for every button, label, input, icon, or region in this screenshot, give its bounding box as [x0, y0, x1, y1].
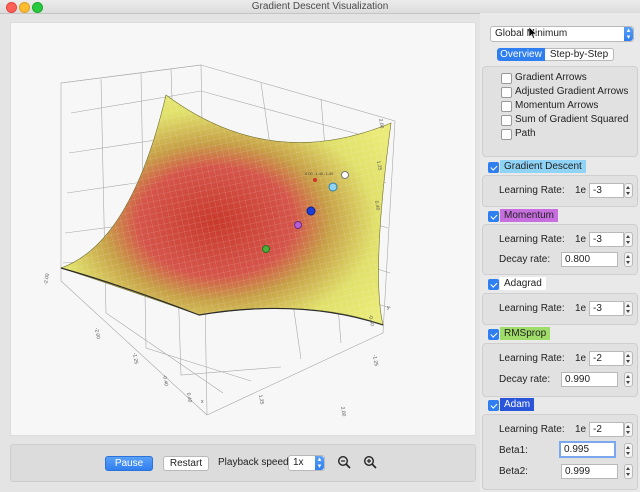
rmsprop-checkbox[interactable]	[488, 329, 499, 340]
adagrad-header: Adagrad	[500, 277, 546, 290]
learning-rate-prefix: 1e	[575, 234, 587, 245]
checkbox[interactable]	[501, 101, 512, 112]
decay-rate-stepper[interactable]	[624, 252, 633, 267]
beta1-input[interactable]: 0.995	[559, 441, 616, 458]
beta2-label: Beta2:	[499, 466, 528, 477]
y-tick: -1.25	[371, 354, 379, 366]
zoom-in-icon[interactable]	[363, 455, 377, 469]
surface-plot[interactable]: 0.00 -1.40 -1.40 -2.00 -1.25 -0.40 0.40 …	[11, 23, 475, 435]
checkbox[interactable]	[501, 73, 512, 84]
y-tick: -0.40	[367, 314, 375, 326]
adam-settings: Learning Rate: 1e -2 Beta1: 0.995 Beta2:…	[482, 414, 638, 490]
global-minimum-marker	[313, 178, 317, 182]
gradient-descent-settings: Learning Rate: 1e -3	[482, 175, 638, 207]
learning-rate-input[interactable]: -2	[589, 351, 624, 366]
adam-header: Adam	[500, 398, 535, 411]
learning-rate-prefix: 1e	[575, 424, 587, 435]
title-bar: Gradient Descent Visualization	[0, 0, 640, 14]
x-tick: 0.40	[185, 392, 193, 403]
beta2-input[interactable]: 0.999	[561, 464, 618, 479]
restart-button[interactable]: Restart	[163, 456, 209, 471]
learning-rate-prefix: 1e	[575, 303, 587, 314]
decay-rate-label: Decay rate:	[499, 254, 551, 265]
view-tabs: Overview Step-by-Step	[497, 48, 615, 61]
x-tick: 1.25	[257, 394, 265, 405]
adam-panel: Adam Learning Rate: 1e -2 Beta1: 0.995 B…	[482, 397, 638, 490]
learning-rate-stepper[interactable]	[624, 351, 633, 366]
x-tick: 2.00	[339, 406, 347, 417]
learning-rate-label: Learning Rate:	[499, 234, 565, 245]
point-tooltip: 0.00 -1.40 -1.40	[305, 171, 334, 176]
gradient-descent-ball	[328, 182, 338, 192]
gradient-descent-checkbox[interactable]	[488, 162, 499, 173]
beta1-label: Beta1:	[499, 445, 528, 456]
learning-rate-input[interactable]: -3	[589, 232, 624, 247]
learning-rate-stepper[interactable]	[624, 422, 633, 437]
checkbox[interactable]	[501, 129, 512, 140]
learning-rate-input[interactable]: -3	[589, 183, 624, 198]
surface-select[interactable]: Global Minimum ▴ ▾	[490, 26, 634, 42]
gradient-descent-panel: Gradient Descent Learning Rate: 1e -3	[482, 159, 638, 207]
adam-checkbox[interactable]	[488, 400, 499, 411]
learning-rate-prefix: 1e	[575, 185, 587, 196]
rmsprop-panel: RMSprop Learning Rate: 1e -2 Decay rate:…	[482, 326, 638, 397]
beta1-stepper[interactable]	[624, 443, 633, 458]
surface-plot-viewport[interactable]: 0.00 -1.40 -1.40 -2.00 -1.25 -0.40 0.40 …	[10, 22, 476, 436]
learning-rate-input[interactable]: -2	[589, 422, 624, 437]
learning-rate-stepper[interactable]	[624, 232, 633, 247]
learning-rate-label: Learning Rate:	[499, 424, 565, 435]
settings-sidebar: Global Minimum ▴ ▾ Overview Step-by-Step …	[480, 13, 640, 492]
y-tick: 2.00	[377, 118, 385, 129]
learning-rate-stepper[interactable]	[624, 183, 633, 198]
y-axis-label: y	[387, 305, 390, 311]
learning-rate-label: Learning Rate:	[499, 353, 565, 364]
window-title: Gradient Descent Visualization	[251, 1, 389, 12]
tab-step-by-step[interactable]: Step-by-Step	[545, 48, 614, 61]
adam-ball	[306, 206, 316, 216]
decay-rate-label: Decay rate:	[499, 374, 551, 385]
adagrad-panel: Adagrad Learning Rate: 1e -3	[482, 276, 638, 325]
checkbox[interactable]	[501, 87, 512, 98]
momentum-checkbox[interactable]	[488, 211, 499, 222]
learning-rate-label: Learning Rate:	[499, 185, 565, 196]
visualization-options: Gradient Arrows Adjusted Gradient Arrows…	[482, 66, 638, 157]
rmsprop-header: RMSprop	[500, 327, 551, 340]
learning-rate-stepper[interactable]	[624, 301, 633, 316]
x-tick: -2.00	[93, 327, 101, 339]
x-tick: -1.25	[131, 352, 139, 364]
mouse-pointer-icon	[529, 27, 537, 39]
learning-rate-label: Learning Rate:	[499, 303, 565, 314]
playback-control-bar: Pause Restart Playback speed: 1x ▴ ▾	[10, 444, 476, 482]
playback-speed-value: 1x	[293, 457, 304, 468]
x-axis-label: x	[201, 399, 204, 405]
gradient-descent-header: Gradient Descent	[500, 160, 586, 173]
beta2-stepper[interactable]	[624, 464, 633, 479]
zoom-out-icon[interactable]	[337, 455, 351, 469]
decay-rate-input[interactable]: 0.800	[561, 252, 618, 267]
pause-button[interactable]: Pause	[105, 456, 153, 471]
adagrad-checkbox[interactable]	[488, 279, 499, 290]
learning-rate-input[interactable]: -3	[589, 301, 624, 316]
decay-rate-stepper[interactable]	[624, 372, 633, 387]
rmsprop-settings: Learning Rate: 1e -2 Decay rate: 0.990	[482, 343, 638, 397]
checkbox[interactable]	[501, 115, 512, 126]
tab-overview[interactable]: Overview	[497, 48, 545, 61]
momentum-panel: Momentum Learning Rate: 1e -3 Decay rate…	[482, 208, 638, 275]
x-tick: -0.40	[161, 374, 169, 386]
decay-rate-input[interactable]: 0.990	[561, 372, 618, 387]
chevron-updown-icon: ▴ ▾	[315, 456, 324, 470]
momentum-header: Momentum	[500, 209, 559, 222]
playback-speed-label: Playback speed:	[218, 457, 292, 468]
chevron-updown-icon: ▴ ▾	[624, 27, 633, 41]
playback-speed-select[interactable]: 1x ▴ ▾	[288, 455, 325, 471]
rmsprop-ball	[262, 245, 270, 253]
momentum-ball	[294, 221, 302, 229]
learning-rate-prefix: 1e	[575, 353, 587, 364]
adagrad-settings: Learning Rate: 1e -3	[482, 293, 638, 325]
y-tick: -2.00	[43, 273, 51, 285]
momentum-settings: Learning Rate: 1e -3 Decay rate: 0.800	[482, 224, 638, 275]
adagrad-ball	[341, 171, 349, 179]
